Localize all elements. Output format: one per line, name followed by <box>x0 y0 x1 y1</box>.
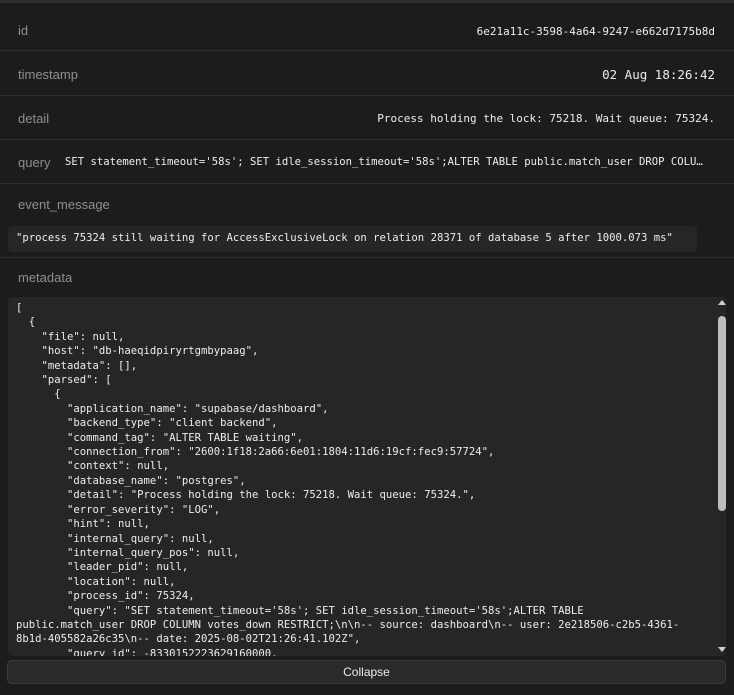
collapse-button[interactable]: Collapse <box>7 660 726 684</box>
metadata-json-line: "database_name": "postgres", <box>16 474 246 487</box>
field-label: id <box>18 23 29 38</box>
field-label-metadata: metadata <box>18 270 73 285</box>
scroll-up-arrow-icon[interactable] <box>718 300 726 305</box>
divider <box>0 257 734 258</box>
metadata-scrollbar[interactable] <box>718 297 726 656</box>
field-label: query <box>18 155 51 170</box>
metadata-json-line: "query": "SET statement_timeout='58s'; S… <box>16 604 584 617</box>
scroll-down-arrow-icon[interactable] <box>718 647 726 652</box>
field-value: Process holding the lock: 75218. Wait qu… <box>377 112 715 125</box>
metadata-json-line: "hint": null, <box>16 518 150 531</box>
field-label: timestamp <box>18 67 78 82</box>
metadata-json-line: "file": null, <box>16 330 125 343</box>
metadata-json: [ { "file": null, "host": "db-haeqidpiry… <box>16 301 706 656</box>
metadata-json-line: "host": "db-haeqidpiryrtgmbypaag", <box>16 345 259 358</box>
metadata-json-line: "metadata": [], <box>16 359 138 372</box>
field-row-id: id 6e21a11c-3598-4a64-9247-e662d7175b8d <box>0 3 734 51</box>
field-value: 6e21a11c-3598-4a64-9247-e662d7175b8d <box>476 25 715 38</box>
metadata-json-line: "application_name": "supabase/dashboard"… <box>16 402 329 415</box>
scrollbar-thumb[interactable] <box>718 316 726 511</box>
metadata-json-line: 8b1d-405582a26c35\n-- date: 2025-08-02T2… <box>16 633 361 646</box>
metadata-json-line: "error_severity": "LOG", <box>16 503 221 516</box>
field-value: SET statement_timeout='58s'; SET idle_se… <box>65 156 703 168</box>
field-row-query: query SET statement_timeout='58s'; SET i… <box>0 140 734 184</box>
field-label-event-message: event_message <box>18 197 110 212</box>
metadata-json-line: "query_id": -8330152223629160000, <box>16 647 278 656</box>
event-message-value: "process 75324 still waiting for AccessE… <box>16 232 673 244</box>
metadata-json-line: "internal_query_pos": null, <box>16 546 240 559</box>
metadata-json-line: public.match_user DROP COLUMN votes_down… <box>16 618 680 631</box>
event-message-box: "process 75324 still waiting for AccessE… <box>8 226 697 252</box>
field-row-timestamp: timestamp 02 Aug 18:26:42 <box>0 51 734 96</box>
metadata-json-line: "leader_pid": null, <box>16 561 189 574</box>
metadata-json-line: "context": null, <box>16 460 170 473</box>
metadata-json-line: "process_id": 75324, <box>16 590 195 603</box>
metadata-json-line: "detail": "Process holding the lock: 752… <box>16 489 476 502</box>
metadata-json-line: { <box>16 316 36 329</box>
metadata-json-line: "parsed": [ <box>16 374 112 387</box>
field-row-detail: detail Process holding the lock: 75218. … <box>0 96 734 140</box>
metadata-code-panel[interactable]: [ { "file": null, "host": "db-haeqidpiry… <box>8 297 726 656</box>
metadata-json-line: "internal_query": null, <box>16 532 214 545</box>
metadata-json-line: "command_tag": "ALTER TABLE waiting", <box>16 431 304 444</box>
metadata-json-line: "connection_from": "2600:1f18:2a66:6e01:… <box>16 446 495 459</box>
metadata-json-line: "location": null, <box>16 575 176 588</box>
metadata-json-line: { <box>16 388 61 401</box>
metadata-json-line: [ <box>16 302 23 314</box>
field-label: detail <box>18 111 50 126</box>
metadata-json-line: "backend_type": "client backend", <box>16 417 278 430</box>
field-value: 02 Aug 18:26:42 <box>602 67 715 82</box>
